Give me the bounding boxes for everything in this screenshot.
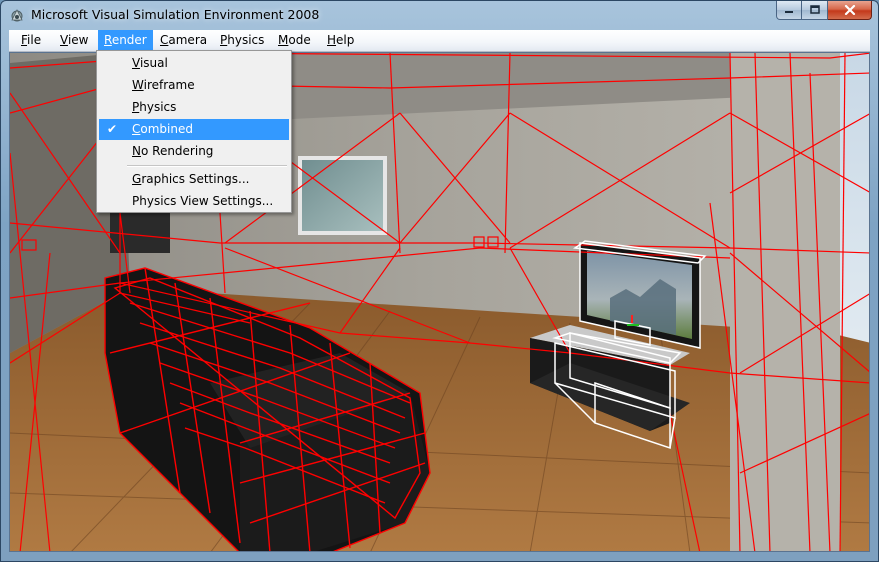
render-menu-dropdown: Visual Wireframe Physics ✔ Combined No Re… [96,50,292,213]
render-menu-no-rendering[interactable]: No Rendering [99,141,289,162]
minimize-icon [785,11,793,13]
title-bar[interactable]: Microsoft Visual Simulation Environment … [1,1,878,29]
menu-physics[interactable]: Physics [214,30,270,51]
render-menu-wireframe[interactable]: Wireframe [99,75,289,96]
render-menu-graphics-settings[interactable]: Graphics Settings... [99,169,289,190]
maximize-button[interactable] [802,1,828,20]
minimize-button[interactable] [776,1,802,20]
menu-file[interactable]: File [15,30,47,51]
menu-separator [127,165,287,167]
right-pillar [730,53,840,551]
menu-help[interactable]: Help [321,30,360,51]
maximize-icon [809,5,820,14]
menu-mode[interactable]: Mode [272,30,317,51]
render-menu-physics-view-settings[interactable]: Physics View Settings... [99,191,289,212]
caption-buttons [776,1,872,21]
render-menu-combined[interactable]: ✔ Combined [99,119,289,140]
menu-camera[interactable]: Camera [154,30,213,51]
close-icon [844,5,855,15]
app-icon [11,9,23,22]
app-window: Microsoft Visual Simulation Environment … [0,0,879,562]
render-menu-visual[interactable]: Visual [99,53,289,74]
render-menu-physics[interactable]: Physics [99,97,289,118]
menu-view[interactable]: View [54,30,94,51]
window-title: Microsoft Visual Simulation Environment … [31,7,320,22]
close-button[interactable] [828,1,872,20]
checkmark-icon: ✔ [107,122,118,136]
menu-render[interactable]: Render [98,30,153,51]
menu-bar: File View Render Camera Physics Mode Hel… [9,30,870,52]
